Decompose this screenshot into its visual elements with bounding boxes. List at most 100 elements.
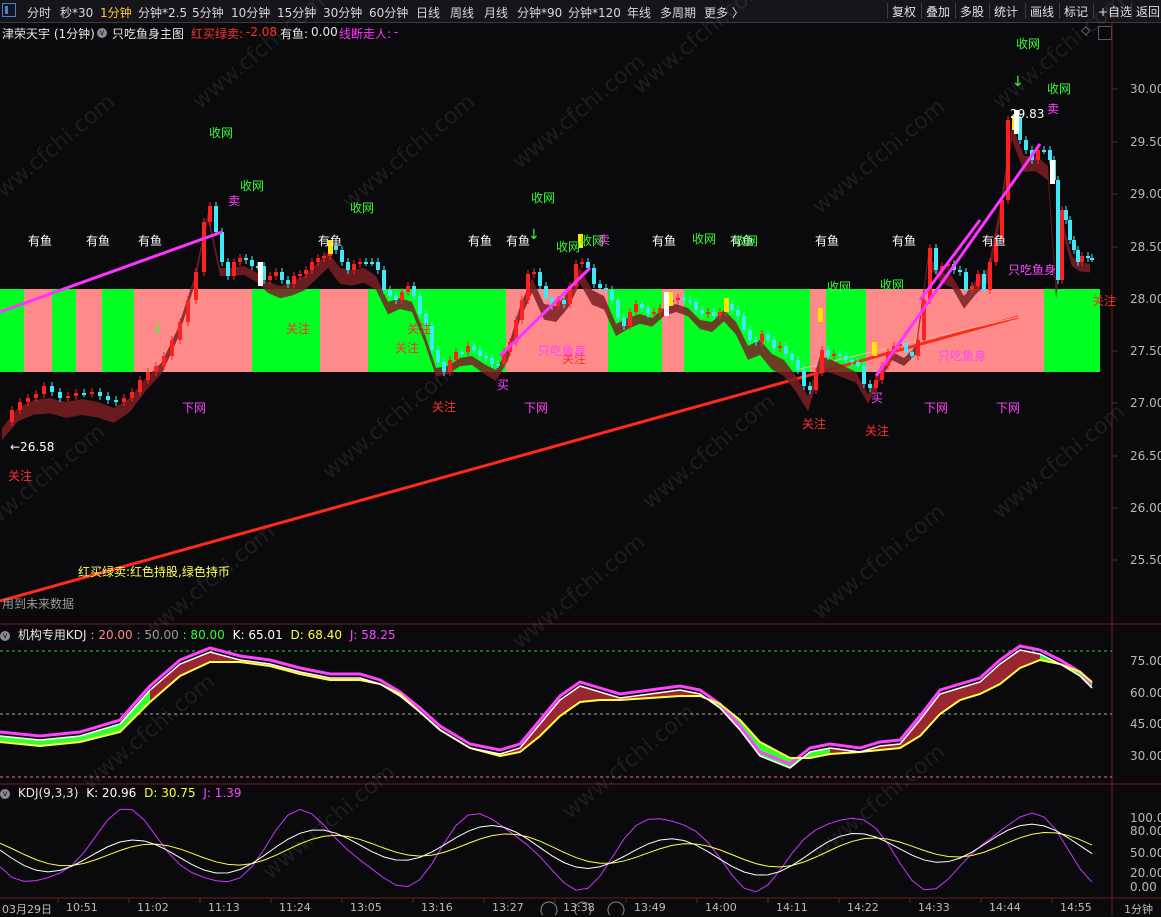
time-tick: 13:49 bbox=[634, 901, 666, 914]
candle-body bbox=[1042, 150, 1046, 152]
candle-body bbox=[466, 346, 470, 352]
time-tick: 13:27 bbox=[492, 901, 524, 914]
xiawang-label: 下网 bbox=[996, 401, 1020, 415]
candle-body bbox=[700, 310, 704, 314]
shouwang-label: 收网 bbox=[734, 234, 758, 248]
candle-body bbox=[682, 298, 686, 300]
candle-body bbox=[472, 346, 476, 350]
candle-body bbox=[622, 318, 626, 326]
candle-body bbox=[322, 256, 326, 258]
candle-body bbox=[186, 300, 190, 322]
candle-body bbox=[388, 290, 392, 296]
candle-body bbox=[520, 300, 524, 320]
shouwang-label: 收网 bbox=[240, 179, 264, 193]
candle-body bbox=[90, 392, 94, 394]
kdj1-v2: : 50.00 bbox=[136, 628, 179, 642]
candle-body bbox=[460, 352, 464, 354]
candle-body bbox=[286, 280, 290, 284]
candle-body bbox=[790, 354, 794, 360]
candle-body bbox=[652, 312, 656, 314]
candle-body bbox=[538, 272, 542, 286]
candle-body bbox=[292, 276, 296, 284]
candle-body bbox=[1064, 210, 1068, 220]
candle-body bbox=[1056, 180, 1060, 280]
price-tick: 26.00 bbox=[1130, 501, 1161, 515]
youyu-label: 有鱼 bbox=[652, 234, 676, 248]
candle-body bbox=[934, 248, 938, 270]
guanzhu-label: 关注 bbox=[407, 321, 431, 336]
kdj1-fill-green bbox=[1040, 654, 1092, 688]
candle-body bbox=[98, 392, 102, 396]
youyu-label: 有鱼 bbox=[318, 234, 342, 248]
guanzhu-label: 关注 bbox=[1092, 293, 1116, 308]
watermark-text: www.cfchi.com bbox=[508, 529, 650, 654]
candle-body bbox=[766, 334, 770, 340]
kdj1-menu-icon[interactable]: v bbox=[0, 631, 10, 641]
candle-body bbox=[970, 286, 974, 290]
future-data-note: 用到未来数据 bbox=[2, 596, 74, 611]
candle-body bbox=[694, 302, 698, 310]
candle-body bbox=[496, 364, 500, 366]
time-tick: 11:24 bbox=[279, 901, 311, 914]
guanzhu-label: 关注 bbox=[8, 468, 32, 483]
shouwang-label: 收网 bbox=[531, 191, 555, 205]
candle-body bbox=[370, 262, 374, 264]
candle-body bbox=[442, 362, 446, 372]
candle-body bbox=[50, 386, 54, 392]
candle-body bbox=[346, 262, 350, 270]
candle-body bbox=[232, 262, 236, 276]
signal-band-zone bbox=[102, 289, 134, 372]
down-arrow-icon: ↓ bbox=[152, 321, 164, 337]
kdj2-name[interactable]: KDJ(9,3,3) bbox=[18, 786, 79, 800]
candle-body bbox=[146, 372, 150, 380]
watermark-text: www.cfchi.com bbox=[0, 89, 120, 214]
price-tick: 27.00 bbox=[1130, 396, 1161, 410]
signal-band-zone bbox=[76, 289, 102, 372]
candle-body bbox=[592, 268, 596, 284]
kdj2-menu-icon[interactable]: v bbox=[0, 789, 10, 799]
candle-body bbox=[562, 300, 566, 304]
candle-body bbox=[1068, 220, 1072, 240]
candle-body bbox=[802, 370, 806, 386]
candle-body bbox=[928, 248, 932, 300]
yushen-label: 只吃鱼身 bbox=[1008, 262, 1056, 277]
candle-body bbox=[214, 206, 218, 232]
watermark-text: www.cfchi.com bbox=[988, 399, 1130, 524]
buy-signal: 买 bbox=[871, 391, 883, 405]
youyu-label: 有鱼 bbox=[815, 234, 839, 248]
kdj1-k: K: 65.01 bbox=[232, 628, 283, 642]
candle-body bbox=[964, 272, 968, 290]
kdj1-v3: : 80.00 bbox=[182, 628, 225, 642]
kdj1-tick: 60.00 bbox=[1130, 686, 1161, 700]
candle-body bbox=[982, 274, 986, 290]
candle-body bbox=[742, 316, 746, 330]
candle-body bbox=[42, 386, 46, 394]
candle-body bbox=[604, 288, 608, 290]
time-tick: 10:51 bbox=[66, 901, 98, 914]
kdj2-d-line bbox=[0, 832, 1093, 868]
candle-body bbox=[238, 258, 242, 262]
sell-signal: 卖 bbox=[1047, 102, 1059, 116]
kdj2-tick: 100.00 bbox=[1130, 811, 1161, 825]
watermark-text: www.cfchi.com bbox=[258, 759, 400, 884]
candle-body bbox=[268, 276, 272, 280]
kdj1-name[interactable]: 机构专用KDJ bbox=[18, 628, 87, 642]
candle-body bbox=[718, 312, 722, 316]
candle-body bbox=[1000, 200, 1004, 238]
time-tick: 14:00 bbox=[705, 901, 737, 914]
kdj1-j: J: 58.25 bbox=[349, 628, 396, 642]
candle-body bbox=[400, 292, 404, 300]
youyu-label: 有鱼 bbox=[138, 234, 162, 248]
chart-canvas[interactable]: www.cfchi.com www.cfchi.com www.cfchi.com w… bbox=[0, 0, 1161, 915]
candle-body bbox=[490, 358, 494, 364]
guanzhu-label: 关注 bbox=[395, 340, 419, 355]
shouwang-label: 收网 bbox=[692, 232, 716, 246]
candle-body bbox=[628, 312, 632, 326]
shouwang-label: 收网 bbox=[1016, 37, 1040, 51]
watermark-text: www.cfchi.com bbox=[508, 49, 650, 174]
kdj1-d: D: 68.40 bbox=[290, 628, 342, 642]
candle-body bbox=[1076, 250, 1080, 262]
highlight-candle bbox=[818, 308, 823, 322]
candle-body bbox=[376, 262, 380, 270]
candle-body bbox=[162, 356, 166, 366]
